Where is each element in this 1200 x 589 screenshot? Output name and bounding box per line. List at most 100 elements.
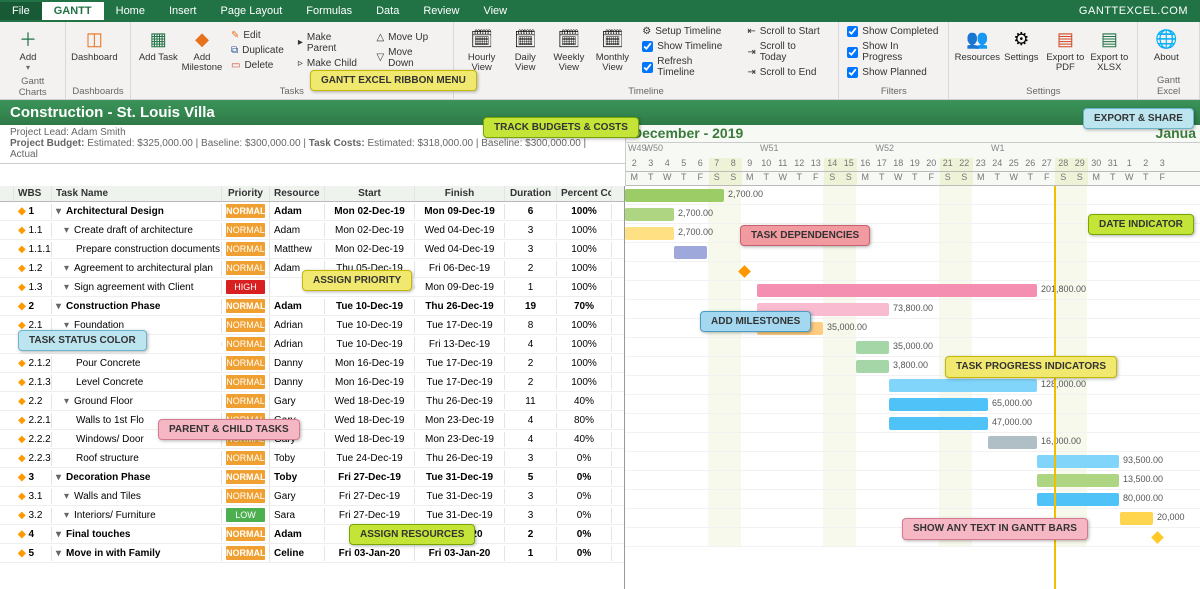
table-row[interactable]: ◆ 2.2 ▾Ground Floor NORMAL Gary Wed 18-D… [0,392,624,411]
milestone-icon: ◆ [190,27,214,51]
scroll-today-button[interactable]: ⇥Scroll to Today [745,40,826,64]
gantt-bar[interactable] [889,398,988,411]
col-wbs[interactable]: WBS [14,186,52,201]
scroll-end-button[interactable]: ⇥Scroll to End [745,66,826,79]
tab-review[interactable]: Review [411,2,471,20]
callout-progress: TASK PROGRESS INDICATORS [945,356,1117,378]
gantt-milestone[interactable] [1151,531,1164,544]
about-button[interactable]: 🌐About [1144,25,1188,65]
move-up-button[interactable]: △Move Up [373,31,442,44]
table-row[interactable]: ◆ 2.1.2 Pour Concrete NORMAL Danny Mon 1… [0,354,624,373]
gantt-bar[interactable] [856,341,889,354]
tab-formulas[interactable]: Formulas [294,2,364,20]
gantt-bar[interactable] [988,436,1037,449]
table-row[interactable]: ◆ 3 ▾Decoration Phase NORMAL Toby Fri 27… [0,468,624,487]
callout-date: DATE INDICATOR [1088,214,1194,235]
gantt-bar[interactable] [889,417,988,430]
add-task-icon: ▦ [146,27,170,51]
tab-view[interactable]: View [471,2,519,20]
tab-data[interactable]: Data [364,2,411,20]
weekly-view-button[interactable]: 🗓Weekly View [547,25,591,79]
group-dash-label: Dashboards [72,84,123,97]
gantt-bar[interactable] [1120,512,1153,525]
table-row[interactable]: ◆ 4 ▾Final touches NORMAL Adam 02-Jan-20… [0,525,624,544]
col-priority[interactable]: Priority [222,186,270,201]
refresh-timeline-check[interactable]: Refresh Timeline [640,55,733,79]
table-row[interactable]: ◆ 2.2.2 Windows/ Door NORMAL Gary Wed 18… [0,430,624,449]
gantt-bar[interactable] [1037,474,1119,487]
move-down-button[interactable]: ▽Move Down [373,46,442,70]
dashboard-button[interactable]: ◫Dashboard [72,25,116,65]
table-row[interactable]: ◆ 1 ▾Architectural Design NORMAL Adam Mo… [0,202,624,221]
col-percent[interactable]: Percent Complete [557,186,612,201]
show-timeline-check[interactable]: Show Timeline [640,40,733,53]
gantt-bar[interactable] [625,208,674,221]
table-row[interactable]: ◆ 1.1 ▾Create draft of architecture NORM… [0,221,624,240]
task-table: WBS Task Name Priority Resource Start Fi… [0,186,625,589]
gantt-bar[interactable] [757,284,1037,297]
col-task[interactable]: Task Name [52,186,222,201]
gantt-bar[interactable] [625,227,674,240]
table-row[interactable]: ◆ 3.1 ▾Walls and Tiles NORMAL Gary Fri 2… [0,487,624,506]
gantt-bar[interactable] [625,189,724,202]
edit-button[interactable]: ✎Edit [228,29,287,42]
scroll-start-icon: ⇤ [747,26,755,37]
make-child-button[interactable]: ▹Make Child [295,57,366,70]
calendar-icon: 🗓 [557,27,581,51]
gantt-bar[interactable] [674,246,707,259]
show-completed-check[interactable]: Show Completed [845,25,942,38]
col-duration[interactable]: Duration [505,186,557,201]
export-pdf-button[interactable]: ▤Export to PDF [1043,25,1087,76]
child-icon: ▹ [298,58,303,69]
col-start[interactable]: Start [325,186,415,201]
tab-insert[interactable]: Insert [157,2,209,20]
gear-icon: ⚙ [642,26,651,37]
col-finish[interactable]: Finish [415,186,505,201]
parent-icon: ▸ [298,37,303,48]
callout-ribbon: GANTT EXCEL RIBBON MENU [310,70,477,91]
table-row[interactable]: ◆ 5 ▾Move in with Family NORMAL Celine F… [0,544,624,563]
tab-page-layout[interactable]: Page Layout [208,2,294,20]
group-gantt-label: Gantt Charts [6,74,59,98]
resources-button[interactable]: 👥Resources [955,25,999,76]
export-xlsx-button[interactable]: ▤Export to XLSX [1087,25,1131,76]
add-milestone-button[interactable]: ◆Add Milestone [180,25,224,76]
table-row[interactable]: ◆ 2.2.3 Roof structure NORMAL Toby Tue 2… [0,449,624,468]
table-row[interactable]: ◆ 2.2.1 Walls to 1st Flo NORMAL Gary Wed… [0,411,624,430]
tab-gantt[interactable]: GANTT [42,2,104,20]
xlsx-icon: ▤ [1097,27,1121,51]
tab-home[interactable]: Home [104,2,157,20]
tab-file[interactable]: File [0,2,42,20]
dashboard-icon: ◫ [82,27,106,51]
gantt-bar[interactable] [1037,493,1119,506]
callout-priority: ASSIGN PRIORITY [302,270,412,291]
show-inprogress-check[interactable]: Show In Progress [845,40,942,64]
show-planned-check[interactable]: Show Planned [845,66,942,79]
monthly-view-button[interactable]: 🗓Monthly View [591,25,635,79]
group-settings-label: Settings [955,84,1131,97]
table-row[interactable]: ◆ 3.2 ▾Interiors/ Furniture LOW Sara Fri… [0,506,624,525]
settings-button[interactable]: ⚙Settings [999,25,1043,76]
people-icon: 👥 [965,27,989,51]
callout-ms: ADD MILESTONES [700,311,811,332]
add-button[interactable]: ＋Add▾ [6,25,50,74]
col-resource[interactable]: Resource [270,186,325,201]
delete-button[interactable]: ▭Delete [228,59,287,72]
gantt-bar[interactable] [1037,455,1119,468]
callout-budgets: TRACK BUDGETS & COSTS [483,117,639,138]
table-row[interactable]: ◆ 2.1.3 Level Concrete NORMAL Danny Mon … [0,373,624,392]
daily-view-button[interactable]: 🗓Daily View [503,25,547,79]
gear-icon: ⚙ [1009,27,1033,51]
duplicate-icon: ⧉ [231,45,238,56]
table-row[interactable]: ◆ 1.1.1 Prepare construction documents N… [0,240,624,259]
gantt-bar[interactable] [856,360,889,373]
pdf-icon: ▤ [1053,27,1077,51]
callout-resources: ASSIGN RESOURCES [349,524,475,545]
table-row[interactable]: ◆ 2 ▾Construction Phase NORMAL Adam Tue … [0,297,624,316]
duplicate-button[interactable]: ⧉Duplicate [228,44,287,57]
gantt-bar[interactable] [889,379,1037,392]
scroll-start-button[interactable]: ⇤Scroll to Start [745,25,826,38]
make-parent-button[interactable]: ▸Make Parent [295,31,366,55]
add-task-button[interactable]: ▦Add Task [137,25,180,76]
setup-timeline-button[interactable]: ⚙Setup Timeline [640,25,733,38]
